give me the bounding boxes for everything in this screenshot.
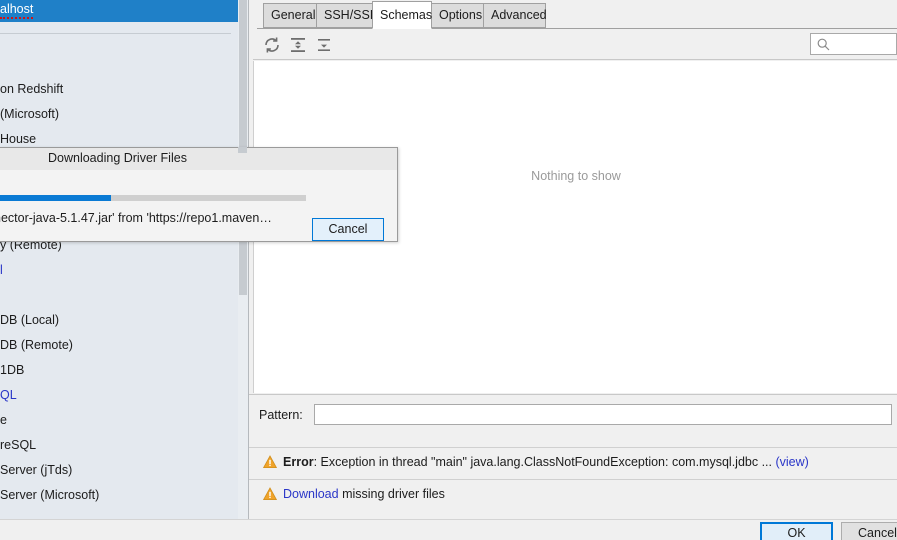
dialog-button-bar: OK Cancel (0, 519, 897, 540)
list-item[interactable]: Server (jTds) (0, 463, 72, 477)
tab-advanced[interactable]: Advanced (483, 3, 547, 28)
expand-all-icon[interactable] (287, 34, 309, 56)
sidebar-separator (0, 33, 231, 34)
download-progress-bar (0, 195, 306, 201)
list-item[interactable]: QL (0, 388, 17, 402)
warning-icon (262, 455, 278, 472)
list-item[interactable]: DB (Remote) (0, 338, 73, 352)
error-separator: : (313, 455, 321, 469)
cancel-button[interactable]: Cancel (841, 522, 897, 540)
dialog-title-bar: Downloading Driver Files (0, 148, 397, 170)
error-row[interactable]: Error: Exception in thread "main" java.l… (249, 447, 897, 478)
download-status-text: nector-java-5.1.47.jar' from 'https://re… (0, 211, 272, 225)
list-item[interactable]: 1DB (0, 363, 24, 377)
list-item[interactable]: e (0, 413, 7, 427)
view-error-link[interactable]: (view) (775, 455, 808, 469)
dialog-body: nector-java-5.1.47.jar' from 'https://re… (0, 170, 397, 241)
downloading-driver-files-dialog: Downloading Driver Files nector-java-5.1… (0, 147, 398, 242)
ok-button[interactable]: OK (760, 522, 833, 540)
tab-general[interactable]: General (263, 3, 317, 28)
download-driver-text: Download missing driver files (283, 487, 445, 501)
list-item[interactable]: Server (Microsoft) (0, 488, 99, 502)
sidebar-selected-label: alhost (0, 2, 34, 19)
download-progress-fill (0, 195, 111, 201)
error-message: Exception in thread "main" java.lang.Cla… (320, 455, 776, 469)
download-link[interactable]: Download (283, 487, 339, 501)
download-driver-row[interactable]: Download missing driver files (249, 479, 897, 510)
tab-schemas[interactable]: Schemas (372, 1, 432, 29)
error-text: Error: Exception in thread "main" java.l… (283, 455, 809, 469)
list-item[interactable]: House (0, 132, 36, 146)
app-root: alhost on Redshift (Microsoft) House y (… (0, 0, 897, 540)
sidebar-selected-row[interactable]: alhost (0, 0, 238, 22)
download-rest-text: missing driver files (338, 487, 445, 501)
driver-list-sidebar[interactable]: alhost on Redshift (Microsoft) House y (… (0, 0, 249, 519)
tab-strip-underline (257, 28, 897, 29)
sidebar-scrollbar-track[interactable] (238, 0, 248, 519)
pattern-input[interactable] (314, 404, 892, 425)
download-cancel-button[interactable]: Cancel (312, 218, 384, 241)
search-icon (817, 38, 830, 54)
error-prefix: Error (283, 455, 314, 469)
collapse-all-icon[interactable] (313, 34, 335, 56)
list-item[interactable]: (Microsoft) (0, 107, 59, 121)
tab-strip: General SSH/SSL Schemas Options Advanced (249, 0, 897, 29)
properties-main-pane: General SSH/SSL Schemas Options Advanced (249, 0, 897, 519)
warning-icon (262, 487, 278, 504)
schemas-toolbar (253, 30, 897, 60)
pattern-label: Pattern: (259, 408, 303, 422)
list-item[interactable]: DB (Local) (0, 313, 59, 327)
list-item[interactable]: l (0, 263, 3, 277)
list-item[interactable]: reSQL (0, 438, 36, 452)
search-input[interactable] (810, 33, 897, 55)
scrollbar-fragment (238, 147, 247, 153)
dialog-title: Downloading Driver Files (48, 151, 187, 165)
tab-options[interactable]: Options (431, 3, 484, 28)
pattern-row: Pattern: (249, 394, 897, 433)
tab-ssh-ssl[interactable]: SSH/SSL (316, 3, 377, 28)
list-item[interactable]: on Redshift (0, 82, 63, 96)
refresh-icon[interactable] (261, 34, 283, 56)
